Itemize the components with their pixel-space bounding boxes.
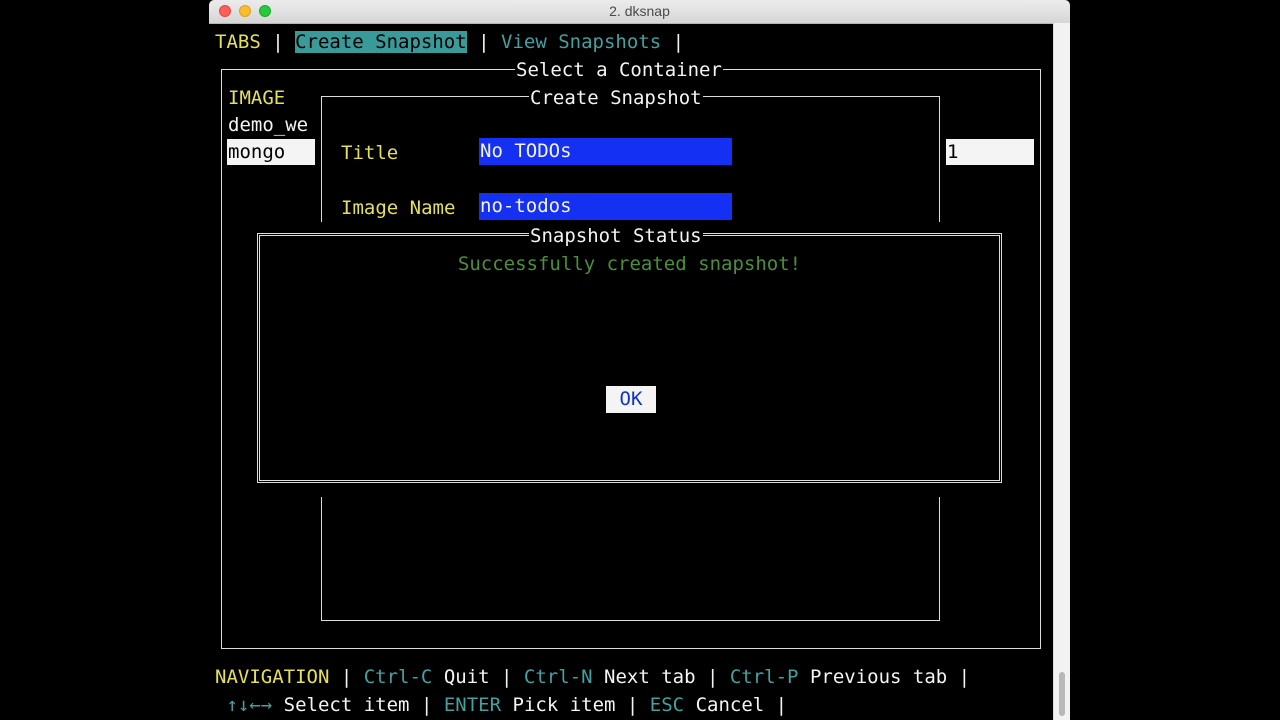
shortcut-key: Ctrl-N xyxy=(523,666,593,688)
tab-bar: TABS | Create Snapshot | View Snapshots … xyxy=(215,31,685,53)
snapshot-status-title: Snapshot Status xyxy=(529,223,703,249)
shortcut-key: ENTER xyxy=(443,694,502,716)
image-name-field-label: Image Name xyxy=(341,197,456,219)
shortcut-action: Cancel xyxy=(695,694,765,716)
shortcut-key: Ctrl-P xyxy=(729,666,799,688)
navigation-bar-line2: ↑↓←→ Select item | ENTER Pick item | ESC… xyxy=(226,694,788,716)
tab-view-snapshots[interactable]: View Snapshots xyxy=(501,31,661,53)
status-message: Successfully created snapshot! xyxy=(457,253,802,275)
navigation-label: NAVIGATION xyxy=(215,666,330,688)
tab-create-snapshot[interactable]: Create Snapshot xyxy=(295,31,467,53)
create-snapshot-title: Create Snapshot xyxy=(529,85,703,111)
shortcut-action: Pick item xyxy=(512,694,616,716)
image-name-input[interactable]: no-todos xyxy=(479,193,732,220)
shortcut-action: Select item xyxy=(283,694,410,716)
title-field-label: Title xyxy=(341,142,399,164)
ok-button[interactable]: OK xyxy=(606,386,656,413)
shortcut-key: ESC xyxy=(649,694,685,716)
arrow-keys-icon: ↑↓←→ xyxy=(226,694,273,716)
navigation-bar: NAVIGATION | Ctrl-C Quit | Ctrl-N Next t… xyxy=(215,666,971,688)
terminal-window: 2. dksnap TABS | Create Snapshot | View … xyxy=(209,0,1070,720)
title-bar: 2. dksnap xyxy=(209,0,1070,24)
container-panel-title: Select a Container xyxy=(515,57,723,83)
title-input[interactable]: No TODOs xyxy=(479,138,732,165)
shortcut-action: Next tab xyxy=(604,666,696,688)
scrollbar-thumb[interactable] xyxy=(1059,672,1065,716)
tabs-label: TABS xyxy=(215,31,261,53)
create-snapshot-form-lower xyxy=(321,497,940,621)
shortcut-action: Quit xyxy=(443,666,490,688)
image-column-header: IMAGE xyxy=(228,87,286,109)
container-row-right-value: 1 xyxy=(946,139,1034,165)
shortcut-action: Previous tab xyxy=(809,666,948,688)
shortcut-key: Ctrl-C xyxy=(363,666,433,688)
container-row-selected[interactable]: mongo xyxy=(227,139,315,165)
window-title: 2. dksnap xyxy=(609,3,670,19)
container-row[interactable]: demo_we xyxy=(228,112,308,138)
scrollbar[interactable] xyxy=(1053,23,1070,720)
